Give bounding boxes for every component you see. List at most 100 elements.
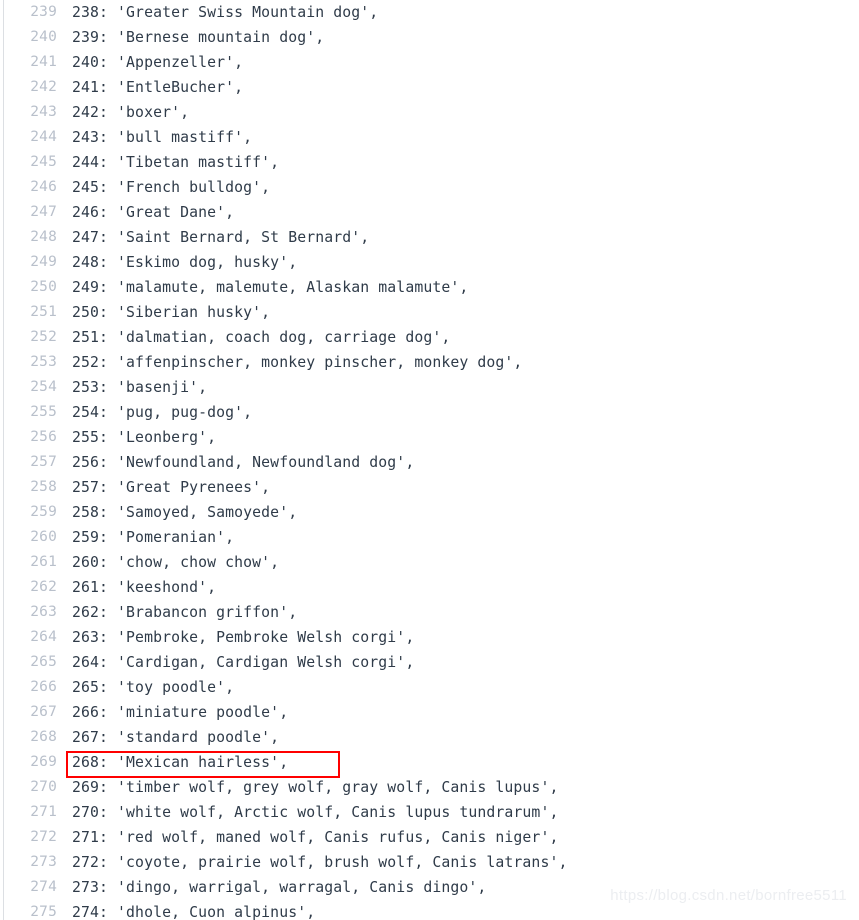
line-content: 243: 'bull mastiff',	[72, 129, 253, 146]
line-number: 245	[30, 154, 57, 170]
line-number: 265	[30, 654, 57, 670]
line-content: 256: 'Newfoundland, Newfoundland dog',	[72, 454, 415, 471]
code-line[interactable]: 240 239: 'Bernese mountain dog',	[0, 25, 859, 50]
line-content: 255: 'Leonberg',	[72, 429, 217, 446]
line-number: 260	[30, 529, 57, 545]
line-number: 247	[30, 204, 57, 220]
line-number: 246	[30, 179, 57, 195]
line-content: 273: 'dingo, warrigal, warragal, Canis d…	[72, 879, 487, 896]
code-line[interactable]: 273 272: 'coyote, prairie wolf, brush wol…	[0, 850, 859, 875]
line-number: 273	[30, 854, 57, 870]
code-line[interactable]: 263 262: 'Brabancon griffon',	[0, 600, 859, 625]
code-line[interactable]: 260 259: 'Pomeranian',	[0, 525, 859, 550]
code-line[interactable]: 267 266: 'miniature poodle',	[0, 700, 859, 725]
line-content: 248: 'Eskimo dog, husky',	[72, 254, 298, 271]
line-number: 240	[30, 29, 57, 45]
line-number: 268	[30, 729, 57, 745]
line-content: 241: 'EntleBucher',	[72, 79, 244, 96]
line-content: 260: 'chow, chow chow',	[72, 554, 280, 571]
line-content: 246: 'Great Dane',	[72, 204, 235, 221]
code-listing[interactable]: 239 238: 'Greater Swiss Mountain dog', 240…	[0, 0, 859, 920]
code-line[interactable]: 266 265: 'toy poodle',	[0, 675, 859, 700]
code-line[interactable]: 272 271: 'red wolf, maned wolf, Canis ruf…	[0, 825, 859, 850]
line-content: 245: 'French bulldog',	[72, 179, 271, 196]
line-content: 242: 'boxer',	[72, 104, 190, 121]
line-number: 262	[30, 579, 57, 595]
line-number: 251	[30, 304, 57, 320]
line-content: 263: 'Pembroke, Pembroke Welsh corgi',	[72, 629, 415, 646]
code-line[interactable]: 242 241: 'EntleBucher',	[0, 75, 859, 100]
line-content: 266: 'miniature poodle',	[72, 704, 289, 721]
line-number: 248	[30, 229, 57, 245]
line-content: 265: 'toy poodle',	[72, 679, 235, 696]
line-number: 243	[30, 104, 57, 120]
code-line[interactable]: 268 267: 'standard poodle',	[0, 725, 859, 750]
code-line[interactable]: 271 270: 'white wolf, Arctic wolf, Canis …	[0, 800, 859, 825]
line-number: 258	[30, 479, 57, 495]
line-number: 259	[30, 504, 57, 520]
code-line[interactable]: 264 263: 'Pembroke, Pembroke Welsh corgi'…	[0, 625, 859, 650]
line-number: 252	[30, 329, 57, 345]
line-number: 267	[30, 704, 57, 720]
line-content: 258: 'Samoyed, Samoyede',	[72, 504, 298, 521]
code-line[interactable]: 251 250: 'Siberian husky',	[0, 300, 859, 325]
line-content: 269: 'timber wolf, grey wolf, gray wolf,…	[72, 779, 559, 796]
line-content: 238: 'Greater Swiss Mountain dog',	[72, 4, 379, 21]
line-content: 274: 'dhole, Cuon alpinus',	[72, 904, 316, 920]
line-content: 264: 'Cardigan, Cardigan Welsh corgi',	[72, 654, 415, 671]
line-number: 253	[30, 354, 57, 370]
code-line[interactable]: 255 254: 'pug, pug-dog',	[0, 400, 859, 425]
code-line[interactable]: 253 252: 'affenpinscher, monkey pinscher,…	[0, 350, 859, 375]
line-content: 259: 'Pomeranian',	[72, 529, 235, 546]
code-line[interactable]: 245 244: 'Tibetan mastiff',	[0, 150, 859, 175]
line-number: 264	[30, 629, 57, 645]
code-line[interactable]: 246 245: 'French bulldog',	[0, 175, 859, 200]
code-line[interactable]: 256 255: 'Leonberg',	[0, 425, 859, 450]
code-line[interactable]: 248 247: 'Saint Bernard, St Bernard',	[0, 225, 859, 250]
line-content: 249: 'malamute, malemute, Alaskan malamu…	[72, 279, 469, 296]
line-content: 250: 'Siberian husky',	[72, 304, 271, 321]
code-line[interactable]: 265 264: 'Cardigan, Cardigan Welsh corgi'…	[0, 650, 859, 675]
code-line[interactable]: 244 243: 'bull mastiff',	[0, 125, 859, 150]
code-line[interactable]: 249 248: 'Eskimo dog, husky',	[0, 250, 859, 275]
code-line[interactable]: 247 246: 'Great Dane',	[0, 200, 859, 225]
line-number: 241	[30, 54, 57, 70]
line-content: 261: 'keeshond',	[72, 579, 217, 596]
line-content: 270: 'white wolf, Arctic wolf, Canis lup…	[72, 804, 559, 821]
code-line[interactable]: 250 249: 'malamute, malemute, Alaskan mal…	[0, 275, 859, 300]
line-number: 263	[30, 604, 57, 620]
code-line[interactable]: 241 240: 'Appenzeller',	[0, 50, 859, 75]
line-content: 257: 'Great Pyrenees',	[72, 479, 271, 496]
line-content: 251: 'dalmatian, coach dog, carriage dog…	[72, 329, 451, 346]
code-line[interactable]: 258 257: 'Great Pyrenees',	[0, 475, 859, 500]
line-number: 254	[30, 379, 57, 395]
code-line[interactable]: 239 238: 'Greater Swiss Mountain dog',	[0, 0, 859, 25]
line-content: 271: 'red wolf, maned wolf, Canis rufus,…	[72, 829, 559, 846]
line-content: 240: 'Appenzeller',	[72, 54, 244, 71]
code-line[interactable]: 254 253: 'basenji',	[0, 375, 859, 400]
line-number: 266	[30, 679, 57, 695]
line-number: 271	[30, 804, 57, 820]
line-number: 274	[30, 879, 57, 895]
code-line[interactable]: 243 242: 'boxer',	[0, 100, 859, 125]
code-line[interactable]: 261 260: 'chow, chow chow',	[0, 550, 859, 575]
line-number: 257	[30, 454, 57, 470]
code-line[interactable]: 270 269: 'timber wolf, grey wolf, gray wo…	[0, 775, 859, 800]
line-number: 250	[30, 279, 57, 295]
code-line[interactable]: 269 268: 'Mexican hairless',	[0, 750, 859, 775]
line-content: 247: 'Saint Bernard, St Bernard',	[72, 229, 370, 246]
line-number: 244	[30, 129, 57, 145]
line-number: 256	[30, 429, 57, 445]
code-viewer: 239 238: 'Greater Swiss Mountain dog', 240…	[0, 0, 859, 920]
line-content: 252: 'affenpinscher, monkey pinscher, mo…	[72, 354, 523, 371]
code-line[interactable]: 257 256: 'Newfoundland, Newfoundland dog'…	[0, 450, 859, 475]
code-line[interactable]: 259 258: 'Samoyed, Samoyede',	[0, 500, 859, 525]
code-line[interactable]: 252 251: 'dalmatian, coach dog, carriage …	[0, 325, 859, 350]
line-number: 255	[30, 404, 57, 420]
line-content: 267: 'standard poodle',	[72, 729, 280, 746]
line-number: 261	[30, 554, 57, 570]
line-number: 272	[30, 829, 57, 845]
code-line[interactable]: 262 261: 'keeshond',	[0, 575, 859, 600]
line-content: 244: 'Tibetan mastiff',	[72, 154, 280, 171]
line-content: 272: 'coyote, prairie wolf, brush wolf, …	[72, 854, 568, 871]
